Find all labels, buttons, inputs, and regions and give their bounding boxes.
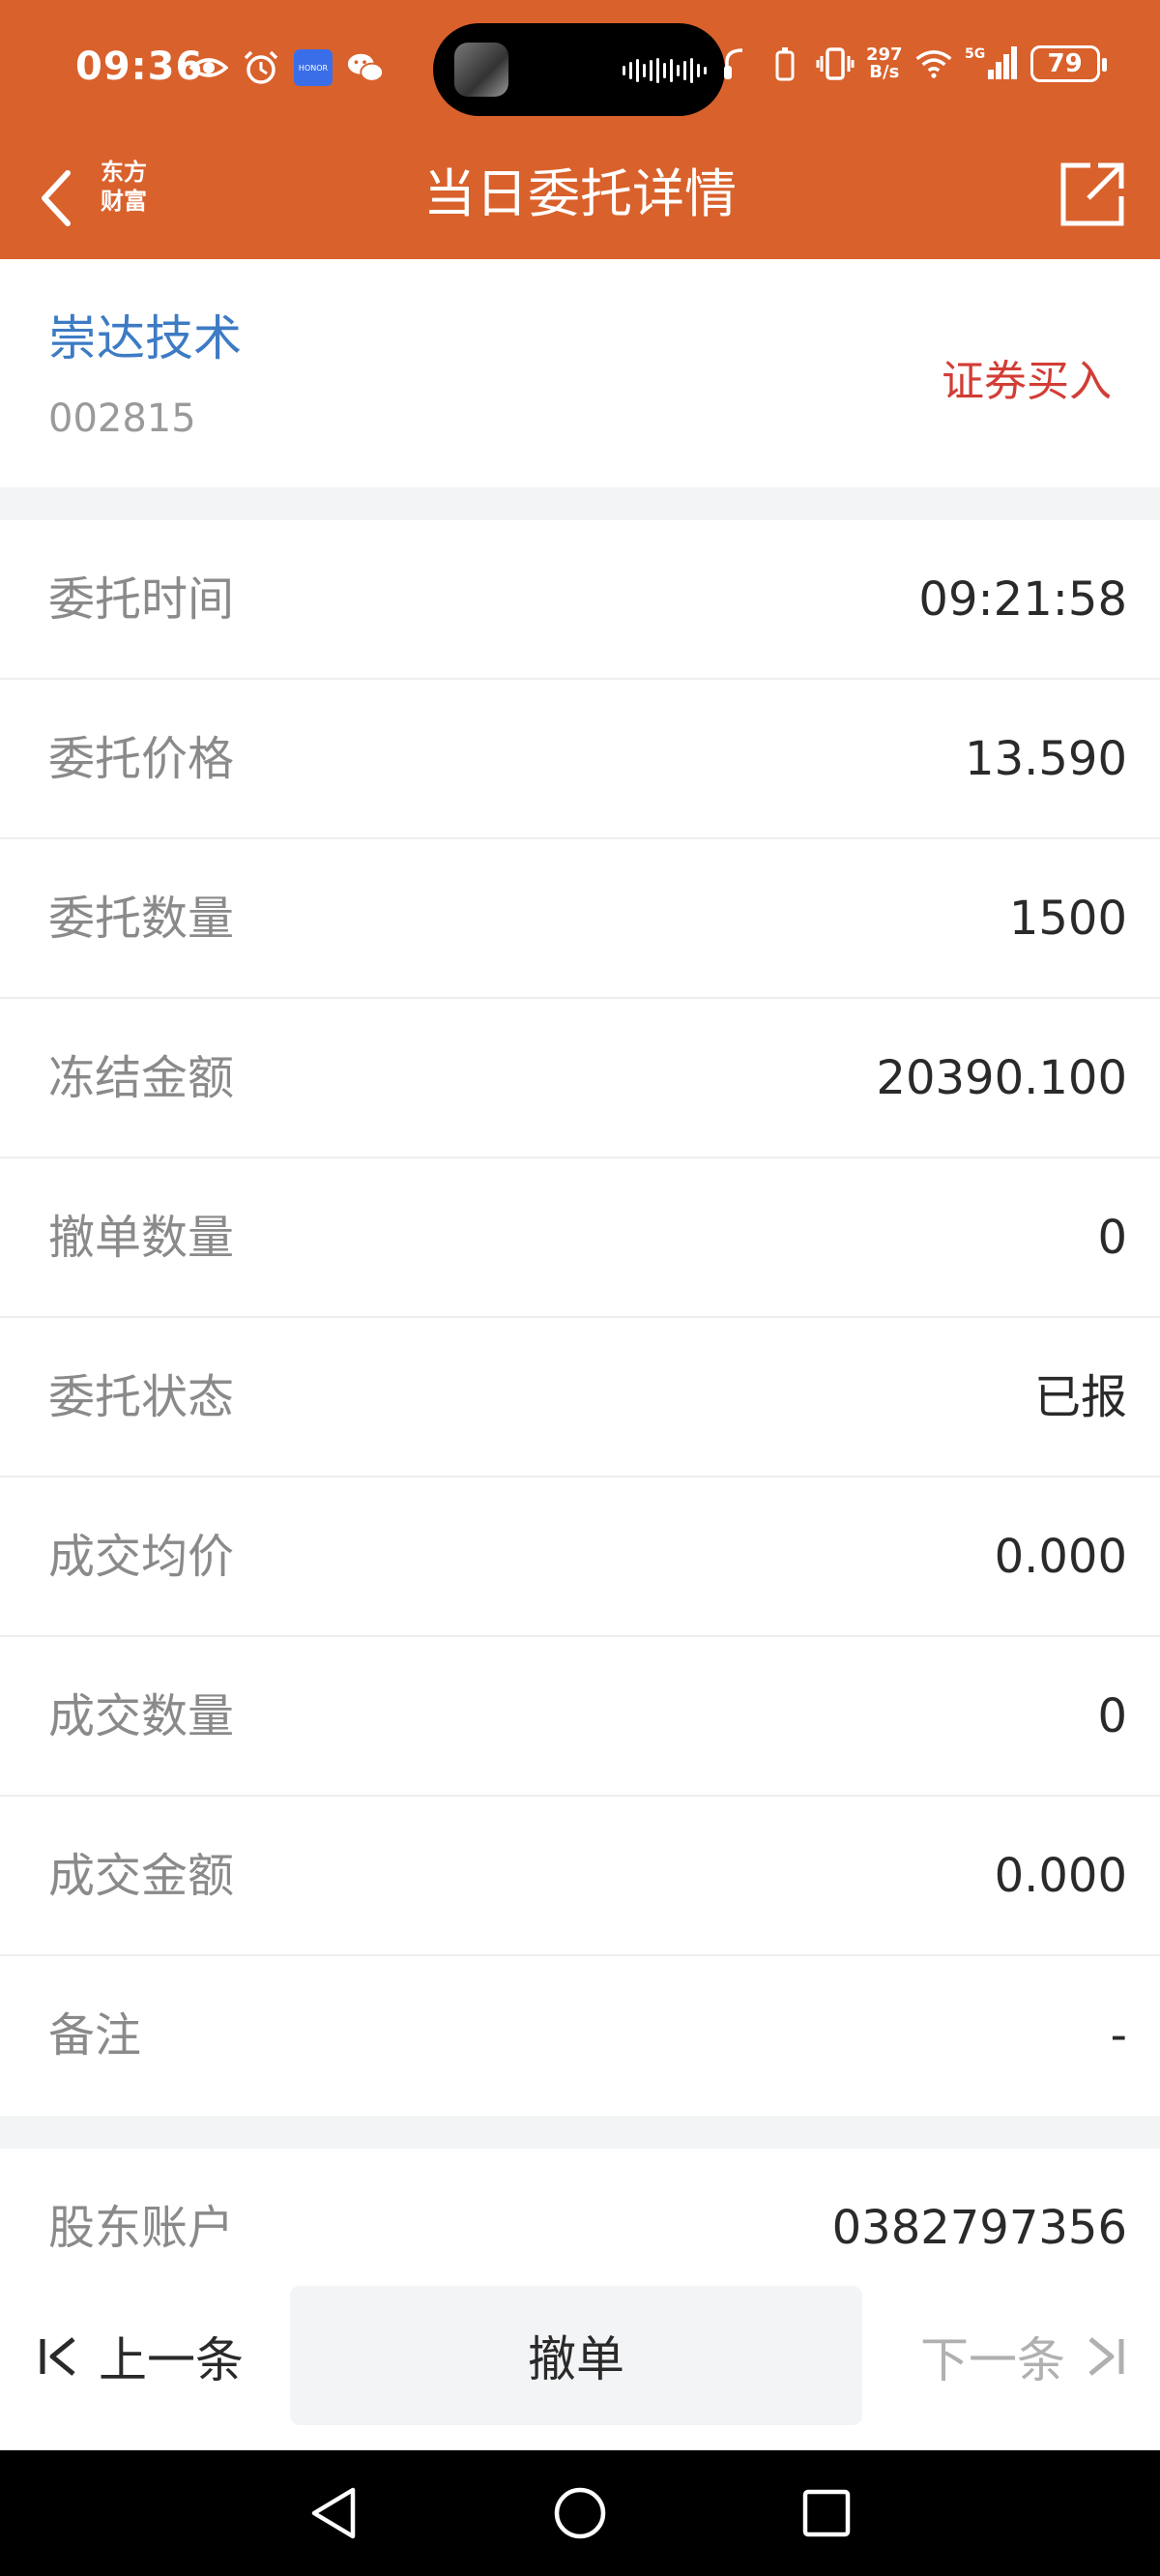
page-header: 东方 财富 当日委托详情 bbox=[0, 140, 1160, 259]
detail-value: 1500 bbox=[1008, 892, 1127, 946]
audio-wave-icon bbox=[623, 58, 707, 83]
battery-indicator: 79 bbox=[1030, 45, 1107, 82]
detail-value: 0.000 bbox=[994, 1849, 1127, 1903]
page-title: 当日委托详情 bbox=[423, 163, 737, 224]
wifi-icon bbox=[914, 44, 953, 83]
honor-app-icon: HONOR bbox=[294, 48, 333, 87]
battery-small-icon bbox=[766, 44, 804, 83]
detail-row: 委托价格 13.590 bbox=[0, 680, 1160, 839]
trade-type: 证券买入 bbox=[942, 357, 1112, 406]
detail-value: 09:21:58 bbox=[918, 572, 1127, 627]
detail-row: 撤单数量 0 bbox=[0, 1158, 1160, 1318]
next-button[interactable]: 下一条 bbox=[920, 2263, 1127, 2450]
section-divider bbox=[0, 487, 1160, 520]
status-right-icons: 297 B/s 5G 79 bbox=[715, 44, 1107, 83]
share-icon bbox=[1060, 162, 1124, 226]
prev-button[interactable]: 上一条 bbox=[37, 2263, 244, 2450]
first-page-icon bbox=[40, 2337, 75, 2376]
detail-row: 成交均价 0.000 bbox=[0, 1478, 1160, 1637]
detail-value: 已报 bbox=[1033, 1370, 1127, 1424]
detail-row: 成交数量 0 bbox=[0, 1637, 1160, 1797]
prev-label: 上一条 bbox=[99, 2332, 244, 2388]
media-thumbnail bbox=[454, 43, 508, 97]
detail-label: 备注 bbox=[48, 2008, 142, 2063]
detail-label: 成交均价 bbox=[48, 1530, 235, 1584]
status-bar: 09:36 HONOR 297 B/s 5G 79 bbox=[0, 0, 1160, 140]
wechat-icon bbox=[346, 48, 385, 87]
vibrate-icon bbox=[816, 44, 855, 83]
action-bar: 上一条 撤单 下一条 bbox=[0, 2263, 1160, 2450]
detail-label: 委托价格 bbox=[48, 732, 235, 786]
net-speed-unit: B/s bbox=[869, 62, 900, 82]
status-time: 09:36 bbox=[75, 44, 204, 89]
nav-recents-button[interactable] bbox=[793, 2479, 860, 2547]
detail-row: 委托时间 09:21:58 bbox=[0, 520, 1160, 680]
detail-label: 委托状态 bbox=[48, 1370, 235, 1424]
detail-value: - bbox=[1110, 2008, 1127, 2063]
detail-row: 成交金额 0.000 bbox=[0, 1797, 1160, 1956]
status-left-icons: HONOR bbox=[189, 48, 385, 87]
stock-name: 崇达技术 bbox=[48, 310, 242, 366]
detail-value: 0 bbox=[1097, 1211, 1127, 1265]
system-nav-bar bbox=[0, 2450, 1160, 2576]
alarm-icon bbox=[242, 48, 280, 87]
detail-label: 委托数量 bbox=[48, 892, 235, 946]
triangle-back-icon bbox=[311, 2487, 356, 2539]
nav-home-button[interactable] bbox=[546, 2479, 614, 2547]
detail-row: 冻结金额 20390.100 bbox=[0, 999, 1160, 1158]
svg-text:5G: 5G bbox=[965, 46, 985, 62]
detail-label: 冻结金额 bbox=[48, 1051, 235, 1105]
next-label: 下一条 bbox=[920, 2332, 1065, 2388]
detail-row: 委托状态 已报 bbox=[0, 1318, 1160, 1478]
battery-level: 79 bbox=[1047, 49, 1083, 78]
stock-code: 002815 bbox=[48, 396, 196, 441]
section-divider bbox=[0, 2116, 1160, 2149]
cancel-order-button[interactable]: 撤单 bbox=[290, 2286, 862, 2425]
share-button[interactable] bbox=[1054, 154, 1131, 235]
stock-info: 崇达技术 002815 证券买入 bbox=[0, 259, 1160, 487]
square-recents-icon bbox=[802, 2489, 851, 2537]
detail-row: 备注 - bbox=[0, 1956, 1160, 2116]
detail-label: 成交数量 bbox=[48, 1689, 235, 1743]
detail-label: 成交金额 bbox=[48, 1849, 235, 1903]
detail-label: 委托时间 bbox=[48, 572, 235, 627]
detail-value: 0.000 bbox=[994, 1530, 1127, 1584]
nav-back-button[interactable] bbox=[300, 2479, 367, 2547]
net-speed: 297 B/s bbox=[866, 46, 903, 81]
detail-value: 20390.100 bbox=[876, 1051, 1127, 1105]
detail-row: 委托数量 1500 bbox=[0, 839, 1160, 999]
eye-icon bbox=[189, 48, 228, 87]
dynamic-island bbox=[433, 23, 725, 116]
detail-value: 0 bbox=[1097, 1689, 1127, 1743]
detail-value: 13.590 bbox=[965, 732, 1127, 786]
last-page-icon bbox=[1088, 2337, 1124, 2376]
headphones-icon bbox=[715, 44, 754, 83]
detail-label: 撤单数量 bbox=[48, 1211, 235, 1265]
circle-home-icon bbox=[554, 2487, 606, 2539]
signal-icon: 5G bbox=[965, 44, 1019, 83]
